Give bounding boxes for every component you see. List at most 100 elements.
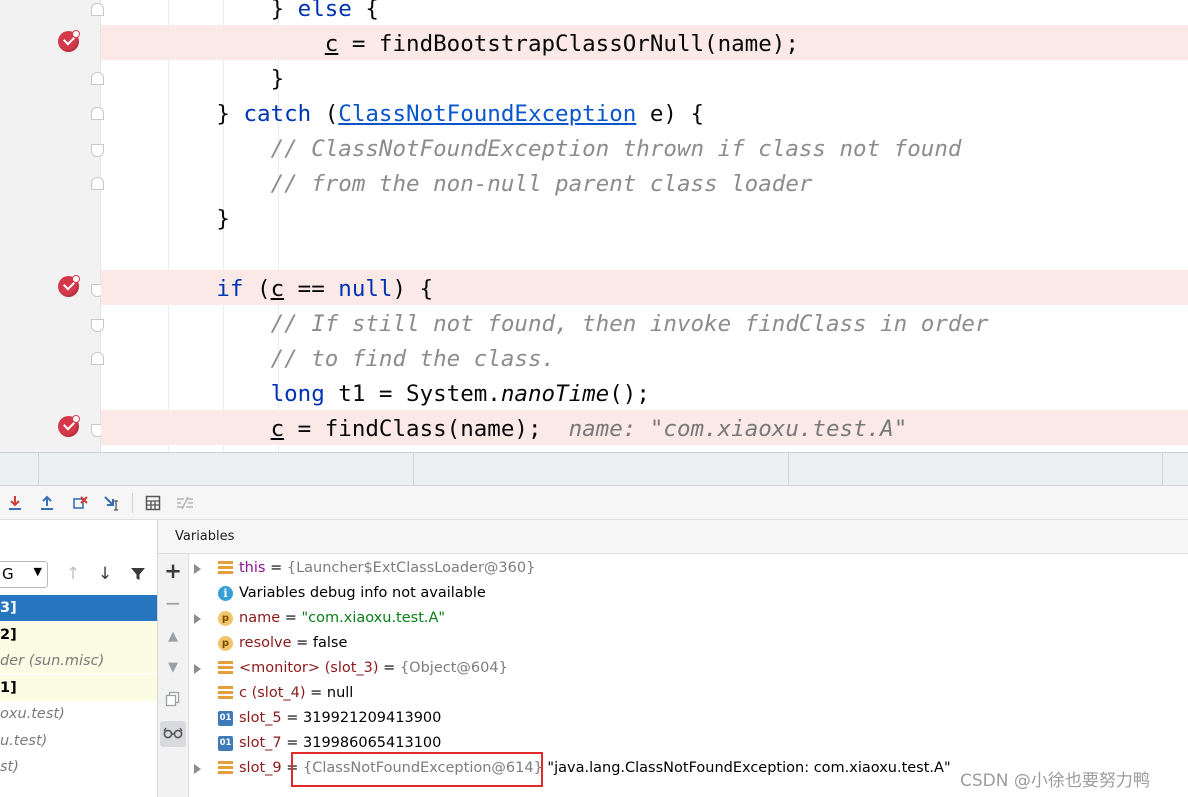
code-token: } xyxy=(270,66,285,92)
variable-row[interactable]: i Variables debug info not available xyxy=(190,581,1188,606)
chevron-down-icon: ▼ xyxy=(33,565,42,578)
thread-select[interactable]: G ▼ xyxy=(0,561,48,588)
variable-text: <monitor> (slot_3) = {Object@604} xyxy=(239,656,508,681)
keyword-token: if xyxy=(216,276,244,302)
step-out-icon[interactable] xyxy=(36,492,58,514)
expand-arrow-icon[interactable] xyxy=(194,764,201,774)
variable-row[interactable]: c (slot_4) = null xyxy=(190,681,1188,706)
code-line[interactable]: // to find the class. xyxy=(108,342,555,377)
frame-row[interactable]: 2] xyxy=(0,621,157,648)
remove-icon[interactable]: − xyxy=(162,592,184,614)
parameter-icon: p xyxy=(218,611,233,626)
code-line[interactable]: c = findBootstrapClassOrNull(name); xyxy=(108,27,799,62)
trace-icon[interactable] xyxy=(174,492,196,514)
fold-marker-icon[interactable] xyxy=(91,319,104,332)
code-token: ( xyxy=(311,101,339,127)
run-to-cursor-icon[interactable] xyxy=(101,492,123,514)
frame-row[interactable]: der (sun.misc) xyxy=(0,648,157,674)
fold-marker-icon[interactable] xyxy=(91,144,104,157)
code-line[interactable]: // from the non-null parent class loader xyxy=(108,167,813,202)
code-line[interactable]: } xyxy=(108,202,230,237)
arrow-down-icon[interactable]: ▼ xyxy=(162,657,184,679)
fold-marker-icon[interactable] xyxy=(91,107,104,120)
frame-row[interactable]: u.test) xyxy=(0,727,157,754)
comment-token: // to find the class. xyxy=(270,346,556,372)
fold-marker-icon[interactable] xyxy=(91,3,104,16)
arrow-down-icon[interactable]: ↓ xyxy=(95,564,115,584)
expand-arrow-icon[interactable] xyxy=(194,664,201,674)
variables-header: Variables xyxy=(158,520,1188,554)
class-link[interactable]: ClassNotFoundException xyxy=(338,101,636,127)
variable-row[interactable]: this = {Launcher$ExtClassLoader@360} xyxy=(190,556,1188,581)
add-icon[interactable]: + xyxy=(162,560,184,582)
code-line[interactable]: c = findClass(name); name: "com.xiaoxu.t… xyxy=(108,412,908,447)
variable-name: slot_5 xyxy=(239,710,282,726)
breakpoint-icon[interactable] xyxy=(58,30,80,52)
code-token: e) { xyxy=(636,101,705,127)
code-token: } xyxy=(216,206,230,232)
code-line[interactable]: // If still not found, then invoke findC… xyxy=(108,307,989,342)
arrow-up-icon[interactable]: ▲ xyxy=(162,626,184,648)
code-line[interactable]: } catch (ClassNotFoundException e) { xyxy=(108,97,704,132)
fold-marker-icon[interactable] xyxy=(91,352,104,365)
frame-row[interactable]: 1] xyxy=(0,674,157,701)
frame-row[interactable]: oxu.test) xyxy=(0,701,157,727)
filter-icon[interactable] xyxy=(128,564,148,584)
evaluate-icon[interactable] xyxy=(142,492,164,514)
drop-frame-icon[interactable] xyxy=(69,492,91,514)
arrow-up-icon[interactable]: ↑ xyxy=(63,564,83,584)
variable-equals: = xyxy=(291,635,313,651)
variable-equals: = xyxy=(378,660,400,676)
variable-value: {Launcher$ExtClassLoader@360} xyxy=(286,560,536,576)
field-icon xyxy=(218,561,233,576)
expand-arrow-icon[interactable] xyxy=(194,614,201,624)
code-line[interactable]: } xyxy=(108,62,285,97)
variable-row[interactable]: <monitor> (slot_3) = {Object@604} xyxy=(190,656,1188,681)
variable-equals: = xyxy=(305,685,327,701)
variables-toolbar: + − ▲ ▼ xyxy=(158,554,189,797)
code-line[interactable]: } else { xyxy=(108,0,379,27)
variable-row[interactable]: p name = "com.xiaoxu.test.A" xyxy=(190,606,1188,631)
breakpoint-icon[interactable] xyxy=(58,275,80,297)
variable-row[interactable]: p resolve = false xyxy=(190,631,1188,656)
variable-tostring: "java.lang.ClassNotFoundException: com.x… xyxy=(542,760,951,776)
fold-marker-icon[interactable] xyxy=(91,72,104,85)
variable-value: 319986065413100 xyxy=(303,735,442,751)
keyword-token: else xyxy=(297,0,352,22)
expand-arrow-icon[interactable] xyxy=(194,564,201,574)
field-icon xyxy=(218,686,233,701)
code-line[interactable]: if (c == null) { xyxy=(108,272,433,307)
variable-row[interactable]: 01 slot_5 = 319921209413900 xyxy=(190,706,1188,731)
code-token: = findClass(name); xyxy=(284,416,569,442)
inline-value-hint: name: "com.xiaoxu.test.A" xyxy=(568,416,908,442)
fold-marker-icon[interactable] xyxy=(91,177,104,190)
code-line[interactable]: // ClassNotFoundException thrown if clas… xyxy=(108,132,962,167)
variable-value: Variables debug info not available xyxy=(239,585,486,601)
watermark: CSDN @小徐也要努力鸭 xyxy=(960,771,1150,791)
copy-icon[interactable] xyxy=(162,691,184,713)
step-into-icon[interactable] xyxy=(4,492,26,514)
code-line[interactable]: long t1 = System.nanoTime(); xyxy=(108,377,650,412)
variable-equals: = xyxy=(281,710,303,726)
variable-equals: = xyxy=(265,560,287,576)
code-editor[interactable]: } else { c = findBootstrapClassOrNull(na… xyxy=(0,0,1188,452)
frame-row[interactable]: 3] xyxy=(0,595,157,621)
field-icon xyxy=(218,661,233,676)
frame-row[interactable]: st) xyxy=(0,754,157,780)
editor-gutter[interactable] xyxy=(0,0,104,452)
variables-title: Variables xyxy=(175,529,235,544)
glasses-icon[interactable] xyxy=(160,721,186,747)
variable-text: Variables debug info not available xyxy=(239,581,486,606)
code-token: (); xyxy=(609,381,650,407)
breakpoint-icon[interactable] xyxy=(58,415,80,437)
variable-value: {Object@604} xyxy=(399,660,508,676)
